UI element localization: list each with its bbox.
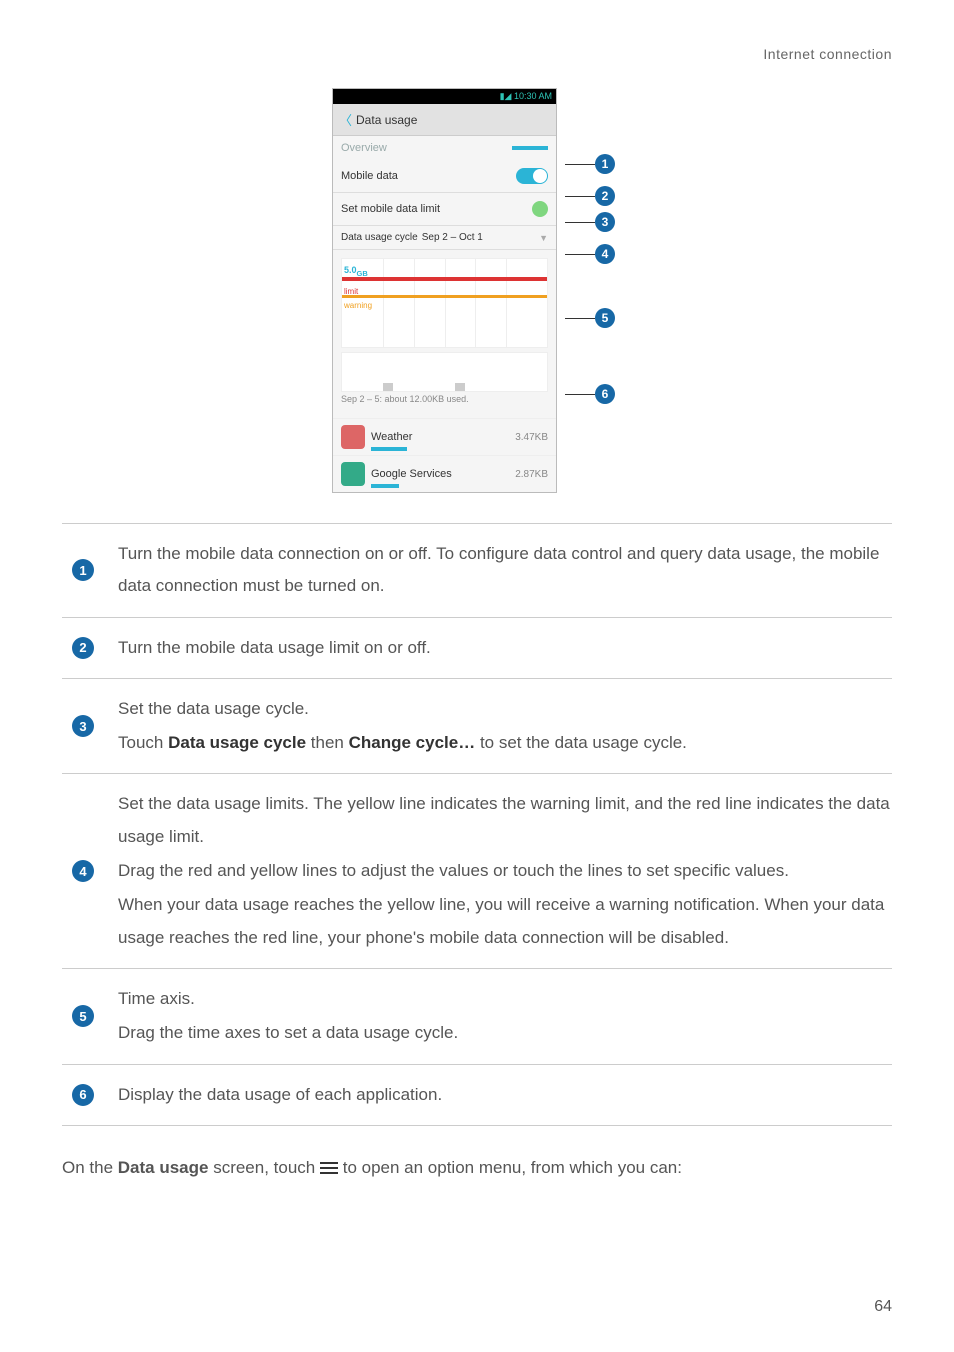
- set-limit-checkbox[interactable]: [532, 201, 548, 217]
- weather-app-icon: [341, 425, 365, 449]
- cycle-prefix: Data usage cycle: [341, 232, 418, 243]
- screen-title: Data usage: [356, 113, 417, 127]
- callout-2: 2: [595, 186, 615, 206]
- table-row: 2 Turn the mobile data usage limit on or…: [62, 617, 892, 678]
- overview-bar: [512, 146, 548, 150]
- warning-tag: warning: [344, 301, 372, 310]
- row-badge-1: 1: [72, 559, 94, 581]
- menu-icon: [320, 1159, 338, 1177]
- back-icon[interactable]: 〈: [339, 110, 352, 129]
- table-row: 3 Set the data usage cycle. Touch Data u…: [62, 678, 892, 774]
- app-size: 2.87KB: [515, 469, 548, 480]
- overview-label: Overview: [341, 142, 387, 154]
- table-row: 5 Time axis. Drag the time axes to set a…: [62, 968, 892, 1064]
- app-name: Google Services: [371, 468, 515, 480]
- callout-6: 6: [595, 384, 615, 404]
- cycle-dropdown[interactable]: Sep 2 – Oct 1: [422, 232, 483, 243]
- callout-3: 3: [595, 212, 615, 232]
- app-usage-bar: [371, 447, 407, 451]
- row-text: Set the data usage limits. The yellow li…: [118, 788, 892, 953]
- callout-5: 5: [595, 308, 615, 328]
- phone-title-bar: 〈 Data usage: [333, 104, 556, 136]
- status-time: 10:30 AM: [514, 91, 552, 101]
- row-badge-5: 5: [72, 1005, 94, 1027]
- time-axis-area[interactable]: [341, 352, 548, 392]
- row-text: Turn the mobile data connection on or of…: [118, 538, 892, 603]
- table-row: 4 Set the data usage limits. The yellow …: [62, 773, 892, 967]
- mobile-data-toggle[interactable]: [516, 168, 548, 184]
- footer-paragraph: On the Data usage screen, touch to open …: [62, 1152, 892, 1184]
- row-badge-3: 3: [72, 715, 94, 737]
- signal-icon: ▮◢: [500, 91, 514, 101]
- phone-screenshot: ▮◢ 10:30 AM 〈 Data usage Overview Mobile…: [332, 88, 622, 493]
- page-section-header: Internet connection: [62, 46, 892, 62]
- warning-line[interactable]: [342, 295, 547, 298]
- set-limit-label: Set mobile data limit: [341, 203, 440, 215]
- google-services-icon: [341, 462, 365, 486]
- app-usage-bar: [371, 484, 399, 488]
- row-text: Set the data usage cycle. Touch Data usa…: [118, 693, 892, 760]
- callout-1: 1: [595, 154, 615, 174]
- usage-summary: Sep 2 – 5: about 12.00KB used.: [341, 392, 548, 410]
- explanation-table: 1 Turn the mobile data connection on or …: [62, 523, 892, 1126]
- row-text: Display the data usage of each applicati…: [118, 1079, 892, 1111]
- row-text: Time axis. Drag the time axes to set a d…: [118, 983, 892, 1050]
- page-number: 64: [874, 1298, 892, 1316]
- usage-chart[interactable]: 5.0GB limit warning: [341, 258, 548, 348]
- app-name: Weather: [371, 431, 515, 443]
- chevron-down-icon[interactable]: ▼: [539, 233, 548, 243]
- limit-value: 5.0: [344, 265, 357, 275]
- row-text: Turn the mobile data usage limit on or o…: [118, 632, 892, 664]
- row-badge-4: 4: [72, 860, 94, 882]
- app-size: 3.47KB: [515, 432, 548, 443]
- phone-status-bar: ▮◢ 10:30 AM: [333, 89, 556, 104]
- limit-line[interactable]: [342, 277, 547, 281]
- table-row: 1 Turn the mobile data connection on or …: [62, 523, 892, 617]
- row-badge-6: 6: [72, 1084, 94, 1106]
- callout-4: 4: [595, 244, 615, 264]
- table-row: 6 Display the data usage of each applica…: [62, 1064, 892, 1126]
- mobile-data-label: Mobile data: [341, 170, 398, 182]
- row-badge-2: 2: [72, 637, 94, 659]
